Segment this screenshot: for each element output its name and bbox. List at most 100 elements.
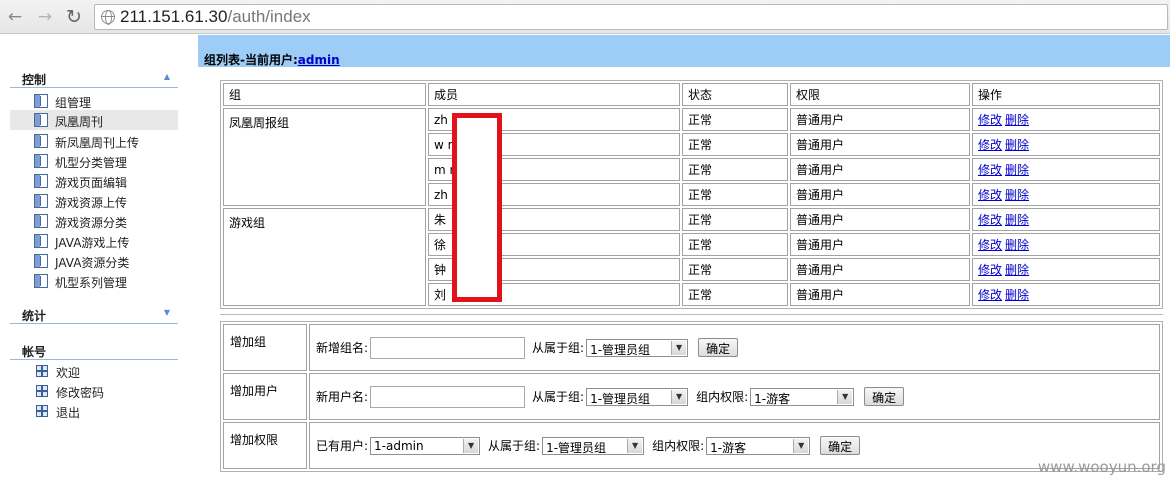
grid-icon	[36, 365, 48, 377]
permission-cell: 普通用户	[790, 208, 970, 231]
sidebar-item-group-manage[interactable]: 组管理	[10, 91, 178, 111]
address-bar[interactable]: 211.151.61.30/auth/index	[94, 4, 1168, 30]
sidebar-item-game-page-edit[interactable]: 游戏页面编辑	[10, 171, 178, 191]
actions-cell: 修改 删除	[972, 208, 1160, 231]
sidebar-item-change-password[interactable]: 修改密码	[10, 382, 178, 400]
table-row: 凤凰周报组 zh o 正常 普通用户 修改 删除	[223, 108, 1160, 206]
delete-link[interactable]: 删除	[1005, 163, 1029, 177]
group-permission-select[interactable]: 1-游客 ▼	[706, 436, 811, 455]
edit-link[interactable]: 修改	[978, 138, 1002, 152]
edit-link[interactable]: 修改	[978, 238, 1002, 252]
edit-link[interactable]: 修改	[978, 113, 1002, 127]
sidebar: 控制 ▲ 组管理 凤凰周刊 新凤凰周刊上传 机型分类管理 游戏页面编辑 游戏资源…	[0, 35, 188, 479]
add-group-form: 新增组名: 从属于组: 1-管理员组 ▼ 确定	[309, 324, 1160, 371]
new-user-name-input[interactable]	[370, 385, 526, 408]
grid-icon	[36, 405, 48, 417]
parent-group-label: 从属于组:	[532, 390, 585, 404]
sidebar-item-phoenix-weekly[interactable]: 凤凰周刊	[10, 110, 178, 130]
existing-user-select[interactable]: 1-admin ▼	[370, 436, 481, 455]
menu-label: 组管理	[55, 96, 92, 110]
sidebar-item-game-resource-upload[interactable]: 游戏资源上传	[10, 191, 178, 211]
status-cell: 正常	[682, 208, 788, 231]
sidebar-section-stats[interactable]: 统计 ▼	[10, 304, 178, 324]
section-title: 帐号	[22, 345, 47, 359]
redaction-box	[452, 113, 502, 302]
sidebar-section-account[interactable]: 帐号	[10, 340, 178, 360]
parent-group-select[interactable]: 1-管理员组 ▼	[586, 338, 689, 357]
delete-link[interactable]: 删除	[1005, 213, 1029, 227]
sidebar-item-game-resource-category[interactable]: 游戏资源分类	[10, 211, 178, 231]
table-header-row: 组 成员 状态 权限 操作	[223, 83, 1160, 106]
add-user-confirm-button[interactable]: 确定	[864, 387, 905, 406]
sidebar-item-logout[interactable]: 退出	[10, 402, 178, 420]
dropdown-arrow-icon: ▼	[837, 389, 853, 404]
edit-link[interactable]: 修改	[978, 213, 1002, 227]
edit-link[interactable]: 修改	[978, 288, 1002, 302]
back-arrow-icon[interactable]: ←	[4, 7, 26, 27]
sidebar-section-control[interactable]: 控制 ▲	[10, 68, 178, 88]
delete-link[interactable]: 删除	[1005, 288, 1029, 302]
group-name-label: 新增组名:	[316, 341, 369, 355]
user-name-label: 新用户名:	[316, 390, 369, 404]
section-title: 统计	[22, 309, 47, 323]
permission-cell: 普通用户	[790, 158, 970, 181]
book-icon	[34, 94, 48, 108]
sidebar-item-welcome[interactable]: 欢迎	[10, 362, 178, 380]
book-icon	[34, 234, 48, 248]
parent-group-label: 从属于组:	[488, 439, 541, 453]
new-group-name-input[interactable]	[370, 336, 526, 359]
delete-link[interactable]: 删除	[1005, 188, 1029, 202]
menu-label: 机型系列管理	[55, 276, 128, 290]
permission-cell: 普通用户	[790, 283, 970, 306]
delete-link[interactable]: 删除	[1005, 263, 1029, 277]
group-cell: 凤凰周报组	[223, 108, 426, 206]
permission-cell: 普通用户	[790, 258, 970, 281]
column-header: 状态	[682, 83, 788, 106]
sidebar-item-new-phoenix-upload[interactable]: 新凤凰周刊上传	[10, 131, 178, 151]
edit-link[interactable]: 修改	[978, 163, 1002, 177]
sidebar-item-java-game-upload[interactable]: JAVA游戏上传	[10, 231, 178, 251]
reload-icon[interactable]: ↻	[63, 7, 85, 27]
book-icon	[34, 113, 48, 127]
actions-cell: 修改 删除	[972, 183, 1160, 206]
admin-forms-table: 增加组 新增组名: 从属于组: 1-管理员组 ▼ 确定 增加用户 新用户名: 从属…	[220, 321, 1163, 472]
delete-link[interactable]: 删除	[1005, 113, 1029, 127]
add-permission-confirm-button[interactable]: 确定	[820, 436, 861, 455]
add-permission-row: 增加权限 已有用户: 1-admin ▼ 从属于组: 1-管理员组 ▼ 组内权限: …	[223, 422, 1160, 469]
section-title: 控制	[22, 73, 47, 87]
menu-label: 退出	[56, 406, 81, 420]
parent-group-select[interactable]: 1-管理员组 ▼	[586, 387, 689, 406]
status-cell: 正常	[682, 258, 788, 281]
globe-icon	[101, 10, 115, 25]
permission-cell: 普通用户	[790, 233, 970, 256]
collapse-arrow-icon[interactable]: ▲	[164, 72, 170, 81]
menu-label: JAVA游戏上传	[55, 236, 130, 250]
delete-link[interactable]: 删除	[1005, 138, 1029, 152]
delete-link[interactable]: 删除	[1005, 238, 1029, 252]
menu-label: 游戏资源上传	[55, 196, 128, 210]
current-user-link[interactable]: admin	[298, 53, 340, 67]
sidebar-item-java-resource-category[interactable]: JAVA资源分类	[10, 251, 178, 271]
edit-link[interactable]: 修改	[978, 263, 1002, 277]
book-icon	[34, 134, 48, 148]
add-group-confirm-button[interactable]: 确定	[698, 338, 739, 357]
actions-cell: 修改 删除	[972, 133, 1160, 156]
book-icon	[34, 274, 48, 288]
sidebar-item-model-series[interactable]: 机型系列管理	[10, 271, 178, 291]
expand-arrow-icon[interactable]: ▼	[164, 308, 170, 317]
group-permission-select[interactable]: 1-游客 ▼	[750, 387, 855, 406]
column-header: 操作	[972, 83, 1160, 106]
book-icon	[34, 214, 48, 228]
parent-group-select[interactable]: 1-管理员组 ▼	[542, 436, 645, 455]
sidebar-item-model-category[interactable]: 机型分类管理	[10, 151, 178, 171]
forward-arrow-icon[interactable]: →	[34, 7, 56, 27]
url-text[interactable]: 211.151.61.30/auth/index	[120, 7, 311, 27]
status-cell: 正常	[682, 183, 788, 206]
permission-cell: 普通用户	[790, 108, 970, 131]
menu-label: JAVA资源分类	[55, 256, 130, 270]
actions-cell: 修改 删除	[972, 283, 1160, 306]
edit-link[interactable]: 修改	[978, 188, 1002, 202]
status-cell: 正常	[682, 108, 788, 131]
actions-cell: 修改 删除	[972, 233, 1160, 256]
add-permission-label: 增加权限	[223, 422, 307, 469]
